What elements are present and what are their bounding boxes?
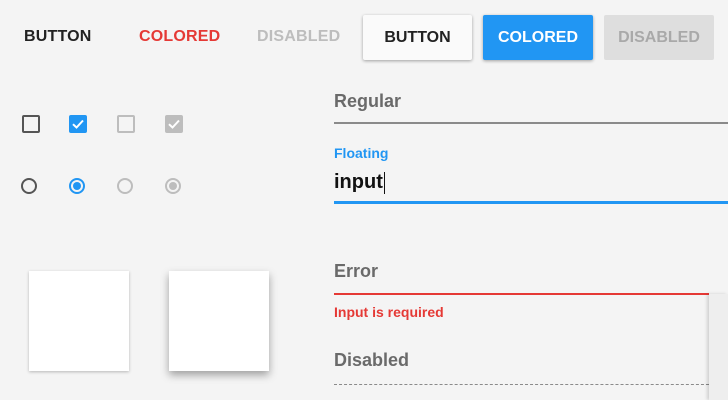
radio-disabled-selected (165, 178, 181, 194)
radio-disabled-unselected (117, 178, 133, 194)
text-caret (383, 171, 385, 194)
radio-selected[interactable] (69, 178, 85, 194)
regular-field-placeholder[interactable]: Regular (334, 91, 401, 112)
side-panel-edge (709, 294, 728, 400)
checkmark-icon (72, 119, 84, 129)
error-message: Input is required (334, 304, 444, 320)
raised-colored-button[interactable]: COLORED (483, 15, 593, 60)
checkmark-icon (168, 119, 180, 129)
flat-colored-button[interactable]: COLORED (129, 14, 230, 60)
checkbox-checked[interactable] (69, 115, 87, 133)
floating-field-value: input (334, 171, 383, 193)
flat-disabled-button: DISABLED (257, 28, 341, 45)
floating-field-underline (334, 201, 728, 204)
checkbox-disabled-unchecked (117, 115, 135, 133)
radio-unselected[interactable] (21, 178, 37, 194)
flat-button[interactable]: BUTTON (14, 14, 102, 60)
card-high-elevation (169, 271, 269, 371)
raised-disabled-button: DISABLED (604, 15, 714, 60)
error-field-underline (334, 293, 709, 295)
regular-field-underline (334, 122, 728, 124)
error-field-placeholder[interactable]: Error (334, 261, 378, 282)
raised-button[interactable]: BUTTON (363, 15, 472, 60)
disabled-field-underline (334, 384, 714, 385)
checkbox-disabled-checked (165, 115, 183, 133)
floating-field-label: Floating (334, 145, 389, 161)
disabled-field-placeholder: Disabled (334, 350, 410, 370)
checkbox-unchecked[interactable] (22, 115, 40, 133)
card-low-elevation (29, 271, 129, 371)
floating-field-input[interactable]: input (334, 168, 714, 196)
